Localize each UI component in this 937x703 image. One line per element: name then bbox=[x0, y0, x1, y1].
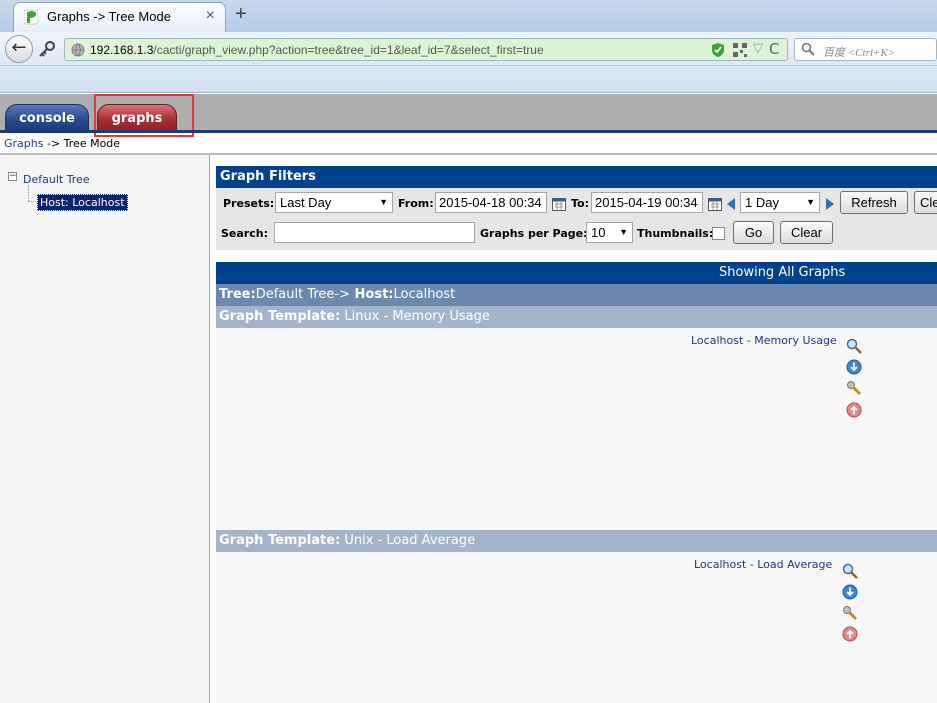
host-name: Localhost bbox=[393, 287, 456, 302]
thumbnails-checkbox[interactable] bbox=[712, 227, 725, 240]
graphs-per-page-value: 10 bbox=[591, 225, 606, 240]
showing-bar: Showing All Graphs bbox=[216, 262, 937, 284]
bookmark-star-icon[interactable]: ▽ bbox=[753, 41, 763, 56]
presets-value: Last Day bbox=[280, 195, 332, 210]
zoom-icon[interactable] bbox=[846, 338, 862, 354]
url-host: 192.168.1.3 bbox=[90, 43, 154, 57]
from-label: From: bbox=[398, 197, 434, 210]
tree-connector bbox=[28, 201, 36, 202]
address-bar[interactable]: 192.168.1.3/cacti/graph_view.php?action=… bbox=[64, 38, 788, 61]
shift-left-icon[interactable] bbox=[726, 198, 736, 210]
breadcrumb: Graphs -> Tree Mode bbox=[4, 137, 120, 150]
browser-tab[interactable]: Graphs -> Tree Mode × bbox=[13, 2, 226, 32]
tree-pane: − Default Tree Host: Localhost bbox=[0, 155, 210, 703]
graph-filters-title: Graph Filters bbox=[216, 166, 937, 188]
search-label: Search: bbox=[221, 227, 268, 240]
template-prefix: Graph Template: bbox=[219, 533, 341, 548]
template-name: Unix - Load Average bbox=[340, 533, 476, 548]
presets-select[interactable]: Last Day ▼ bbox=[275, 192, 393, 213]
browser-tabstrip: Graphs -> Tree Mode × + bbox=[0, 0, 937, 32]
tree-prefix: Tree: bbox=[219, 287, 256, 302]
host-prefix: Host: bbox=[350, 287, 394, 302]
to-date-input[interactable]: 2015-04-19 00:34 bbox=[591, 192, 703, 213]
tree-connector bbox=[28, 185, 29, 201]
download-icon[interactable] bbox=[842, 584, 858, 600]
clear-button[interactable]: Clear bbox=[780, 221, 833, 244]
tree-host-header: Tree:Default Tree-> Host:Localhost bbox=[216, 284, 937, 306]
tree-item-host-localhost[interactable]: Host: Localhost bbox=[37, 194, 128, 211]
tab-divider bbox=[0, 130, 937, 133]
template-name: Linux - Memory Usage bbox=[340, 309, 490, 324]
search-input[interactable] bbox=[274, 222, 475, 243]
breadcrumb-graphs-link[interactable]: Graphs bbox=[4, 137, 43, 150]
calendar-icon[interactable] bbox=[552, 197, 566, 211]
shift-right-icon[interactable] bbox=[825, 198, 835, 210]
template-header-memory: Graph Template: Linux - Memory Usage bbox=[216, 306, 937, 328]
showing-all-graphs: Showing All Graphs bbox=[719, 265, 846, 280]
presets-label: Presets: bbox=[223, 197, 275, 210]
tab-title: Graphs -> Tree Mode bbox=[47, 9, 171, 24]
graphs-per-page-label: Graphs per Page: bbox=[480, 227, 588, 240]
graphs-per-page-select[interactable]: 10 ▼ bbox=[586, 222, 633, 243]
bookmark-bar bbox=[0, 66, 937, 93]
template-header-load: Graph Template: Unix - Load Average bbox=[216, 530, 937, 552]
globe-icon bbox=[71, 43, 85, 57]
new-tab-button[interactable]: + bbox=[235, 3, 247, 26]
edit-wrench-icon[interactable] bbox=[846, 380, 862, 396]
download-icon[interactable] bbox=[846, 359, 862, 375]
chevron-down-icon: ▼ bbox=[806, 197, 815, 207]
timespan-value: 1 Day bbox=[745, 195, 779, 210]
graph-filters-panel: Presets: Last Day ▼ From: 2015-04-18 00:… bbox=[216, 188, 937, 250]
graph-link-load-average[interactable]: Localhost - Load Average bbox=[694, 558, 832, 571]
cacti-favicon-icon bbox=[24, 9, 38, 25]
tree-item-default-tree[interactable]: Default Tree bbox=[23, 173, 90, 186]
zoom-icon[interactable] bbox=[842, 563, 858, 579]
clear-time-button[interactable]: Clear bbox=[914, 191, 937, 214]
qr-code-icon[interactable] bbox=[733, 43, 747, 57]
tree-name: Default Tree-> bbox=[255, 287, 350, 302]
remove-up-icon[interactable] bbox=[842, 626, 858, 642]
from-date-input[interactable]: 2015-04-18 00:34 bbox=[435, 192, 547, 213]
edit-wrench-icon[interactable] bbox=[842, 605, 858, 621]
template-prefix: Graph Template: bbox=[219, 309, 341, 324]
calendar-icon[interactable] bbox=[708, 197, 722, 211]
timespan-select[interactable]: 1 Day ▼ bbox=[740, 192, 820, 213]
key-icon[interactable] bbox=[38, 40, 56, 58]
url-path: /cacti/graph_view.php?action=tree&tree_i… bbox=[153, 43, 544, 57]
collapse-icon[interactable]: − bbox=[8, 172, 17, 181]
search-icon bbox=[801, 42, 815, 56]
reload-icon[interactable]: C bbox=[769, 40, 779, 58]
tab-close-icon[interactable]: × bbox=[206, 7, 215, 25]
browser-navbar: ← 192.168.1.3/cacti/graph_view.php?actio… bbox=[0, 32, 937, 66]
browser-search-box[interactable]: 百度 <Ctrl+K> bbox=[794, 38, 937, 61]
graph-area-memory: Localhost - Memory Usage bbox=[216, 328, 937, 530]
breadcrumb-current: -> Tree Mode bbox=[43, 137, 121, 150]
search-placeholder: 百度 <Ctrl+K> bbox=[823, 47, 896, 59]
thumbnails-label: Thumbnails: bbox=[637, 227, 714, 240]
back-button[interactable]: ← bbox=[5, 35, 33, 63]
go-button[interactable]: Go bbox=[733, 221, 774, 244]
url-text: 192.168.1.3/cacti/graph_view.php?action=… bbox=[90, 43, 544, 57]
tab-console[interactable]: console bbox=[5, 104, 89, 132]
refresh-button[interactable]: Refresh bbox=[840, 191, 908, 214]
to-label: To: bbox=[571, 197, 589, 210]
remove-up-icon[interactable] bbox=[846, 402, 862, 418]
graph-area-load: Localhost - Load Average bbox=[216, 552, 937, 703]
chevron-down-icon: ▼ bbox=[379, 197, 388, 207]
chevron-down-icon: ▼ bbox=[619, 227, 628, 237]
shield-icon[interactable] bbox=[711, 42, 725, 58]
graph-link-memory-usage[interactable]: Localhost - Memory Usage bbox=[691, 334, 837, 347]
